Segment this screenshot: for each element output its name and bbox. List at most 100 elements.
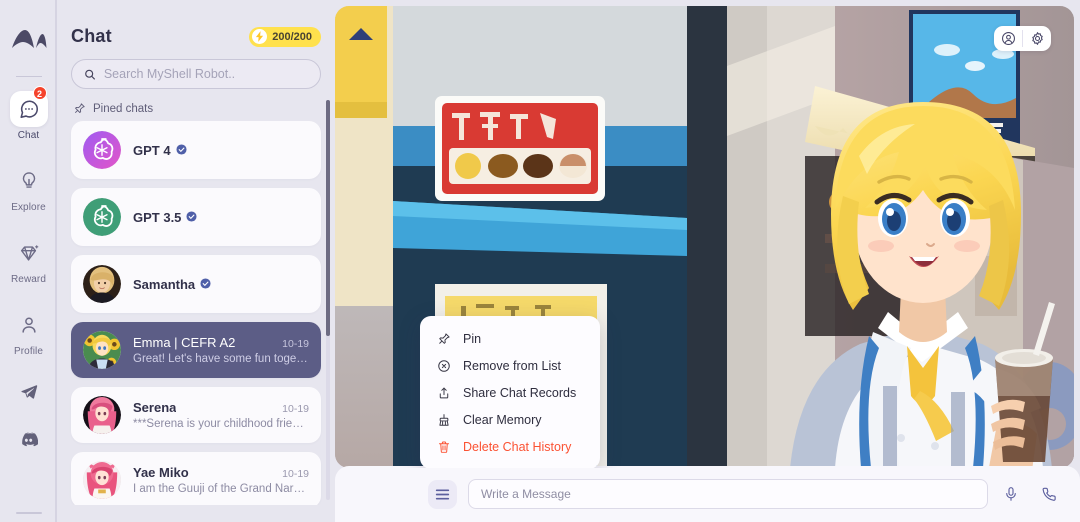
sidebar-item-profile-label: Profile <box>13 346 44 357</box>
sidebar-item-explore-label: Explore <box>11 202 46 213</box>
list-item-name-row: Serena 10-19 <box>133 400 309 415</box>
list-item-name-row: GPT 3.5 <box>133 210 309 225</box>
chat-context-menu: Pin Remove from List Share Chat Records … <box>420 316 600 468</box>
microphone-icon[interactable] <box>996 479 1026 509</box>
energy-badge[interactable]: 200/200 <box>249 26 321 47</box>
chat-name: Emma | CEFR A2 <box>133 335 236 350</box>
person-icon <box>21 317 36 333</box>
chat-preview: Great! Let's have some fun togeth... <box>133 353 309 365</box>
lightbulb-icon <box>22 172 35 188</box>
avatar <box>83 461 121 499</box>
search-wrapper <box>69 47 335 89</box>
diamond-icon <box>20 245 38 261</box>
sidebar-item-reward-label: Reward <box>10 274 47 285</box>
profile-circle-icon[interactable] <box>994 26 1022 51</box>
chat-name: Samantha <box>133 276 196 292</box>
search-box[interactable] <box>71 59 321 89</box>
remove-circle-icon <box>436 358 451 373</box>
energy-value: 200/200 <box>272 30 312 43</box>
list-item-body: Samantha <box>133 277 309 292</box>
sidebar-item-chat[interactable]: 2 Chat <box>0 86 57 141</box>
list-item-name-row: Samantha <box>133 277 309 292</box>
menu-item-delete-chat-history[interactable]: Delete Chat History <box>420 433 600 460</box>
menu-item-label: Pin <box>463 331 482 346</box>
list-item[interactable]: Samantha <box>71 255 321 313</box>
phone-call-icon[interactable] <box>1034 479 1064 509</box>
list-item-name-row: GPT 4 <box>133 143 309 158</box>
table-row[interactable]: Yae Miko 10-19 I am the Guuji of the Gra… <box>71 452 321 505</box>
sidebar-item-explore[interactable]: Explore <box>0 163 57 213</box>
pin-icon <box>75 103 85 113</box>
menu-item-pin[interactable]: Pin <box>420 325 600 352</box>
pinned-chats-label: Pined chats <box>93 102 154 115</box>
chat-date: 10-19 <box>282 468 309 480</box>
chat-name: GPT 4 <box>133 142 171 158</box>
app-root: 2 Chat Explore Reward Profile Chat 200/2… <box>0 0 1080 522</box>
list-item-body: Emma | CEFR A2 10-19 Great! Let's have s… <box>133 335 309 365</box>
chat-bubble-icon <box>19 100 38 119</box>
menu-item-share-chat-records[interactable]: Share Chat Records <box>420 379 600 406</box>
rail-home-indicator <box>15 512 42 514</box>
myshell-logo[interactable] <box>9 26 49 52</box>
character-background-image: Pin Remove from List Share Chat Records … <box>335 6 1074 468</box>
search-input[interactable] <box>103 67 308 81</box>
avatar <box>83 396 121 434</box>
sidebar-item-profile[interactable]: Profile <box>0 307 57 357</box>
menu-item-label: Delete Chat History <box>463 439 572 454</box>
menu-item-label: Clear Memory <box>463 412 542 427</box>
list-item-body: GPT 3.5 <box>133 210 309 225</box>
panel-header: Chat 200/200 <box>69 0 335 47</box>
sidebar-item-reward[interactable]: Reward <box>0 235 57 285</box>
list-item-body: GPT 4 <box>133 143 309 158</box>
table-row[interactable]: Serena 10-19 ***Serena is your childhood… <box>71 387 321 443</box>
verified-badge-icon <box>176 143 188 158</box>
left-nav-rail: 2 Chat Explore Reward Profile <box>0 0 57 522</box>
pinned-chats-header: Pined chats <box>69 89 335 121</box>
menu-item-clear-memory[interactable]: Clear Memory <box>420 406 600 433</box>
chat-icon-box: 2 <box>9 86 48 127</box>
chat-list: GPT 4 GPT 3.5 Samantha Emma | CEFR A2 10… <box>69 121 335 505</box>
avatar <box>83 265 121 303</box>
rail-items: 2 Chat Explore Reward Profile <box>0 86 57 478</box>
list-item[interactable]: GPT 4 <box>71 121 321 179</box>
search-icon <box>85 69 95 80</box>
menu-item-label: Share Chat Records <box>463 385 577 400</box>
discord-icon[interactable] <box>19 432 39 452</box>
list-item-name-row: Yae Miko 10-19 <box>133 465 309 480</box>
chat-date: 10-19 <box>282 338 309 350</box>
avatar <box>83 131 121 169</box>
hero-action-pill <box>994 26 1051 51</box>
hamburger-menu-icon[interactable] <box>428 479 457 509</box>
profile-icon-box <box>10 307 48 343</box>
sidebar-item-chat-label: Chat <box>17 130 40 141</box>
verified-badge-icon <box>200 277 212 292</box>
chat-list-scrollbar[interactable] <box>326 100 330 336</box>
gear-icon[interactable] <box>1023 26 1051 51</box>
message-input[interactable] <box>481 487 975 501</box>
chat-name: Yae Miko <box>133 465 189 480</box>
list-item-body: Serena 10-19 ***Serena is your childhood… <box>133 400 309 430</box>
share-upload-icon <box>436 385 451 400</box>
chat-unread-badge: 2 <box>32 86 47 100</box>
list-item[interactable]: GPT 3.5 <box>71 188 321 246</box>
chat-list-panel: Chat 200/200 Pined chats <box>57 0 335 522</box>
list-item-body: Yae Miko 10-19 I am the Guuji of the Gra… <box>133 465 309 495</box>
chat-date: 10-19 <box>282 403 309 415</box>
chat-preview: I am the Guuji of the Grand Naruk... <box>133 483 309 495</box>
reward-icon-box <box>10 235 48 271</box>
chat-name: Serena <box>133 400 177 415</box>
menu-item-remove-from-list[interactable]: Remove from List <box>420 352 600 379</box>
table-row[interactable]: Emma | CEFR A2 10-19 Great! Let's have s… <box>71 322 321 378</box>
chat-preview: ***Serena is your childhood friend ... <box>133 418 309 430</box>
lightning-bolt-icon <box>252 29 268 44</box>
broom-icon <box>436 412 451 427</box>
chat-name: GPT 3.5 <box>133 209 182 225</box>
telegram-icon[interactable] <box>20 383 38 406</box>
rail-divider <box>15 76 42 77</box>
pin-icon <box>436 331 451 346</box>
message-input-wrapper[interactable] <box>468 479 988 509</box>
page-title: Chat <box>71 26 112 46</box>
trash-icon <box>436 439 451 454</box>
chat-stage: Pin Remove from List Share Chat Records … <box>335 0 1080 522</box>
avatar <box>83 198 121 236</box>
